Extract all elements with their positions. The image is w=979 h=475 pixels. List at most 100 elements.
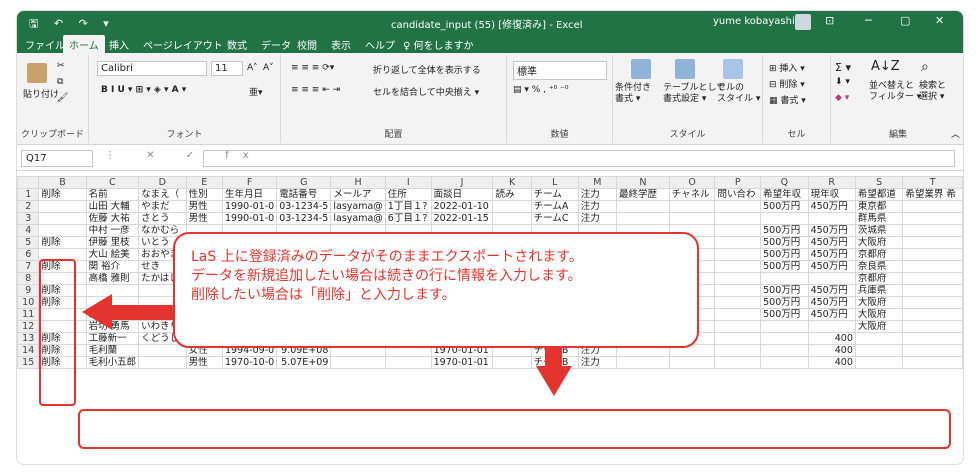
tab-page-layout[interactable]: ページレイアウト [143, 37, 223, 52]
cell[interactable] [902, 236, 963, 249]
table-format-icon[interactable] [675, 59, 695, 79]
cell[interactable]: 1970-10-0 [222, 356, 278, 369]
cell[interactable]: やまだ [138, 200, 187, 213]
font-shrink-button[interactable]: A˅ [263, 63, 274, 73]
number-format-buttons[interactable]: ▤ ▾ % , ⁺⁰ ⁻⁰ [513, 85, 568, 95]
cell[interactable]: 問い合わ [714, 188, 762, 201]
row-header[interactable]: 11 [17, 308, 40, 321]
row-header[interactable]: 5 [17, 236, 40, 249]
tab-review[interactable]: 校閲 [297, 37, 317, 52]
column-header[interactable]: J [430, 176, 494, 189]
cell[interactable]: 500万円 [760, 284, 809, 297]
cell[interactable]: 450万円 [807, 296, 856, 309]
formula-input[interactable] [203, 150, 955, 167]
cell[interactable] [668, 200, 716, 213]
column-header[interactable]: T [902, 176, 963, 189]
cell[interactable]: メールア [330, 188, 386, 201]
cell[interactable] [714, 308, 762, 321]
column-header[interactable]: S [854, 176, 904, 189]
cell[interactable]: 500万円 [760, 200, 809, 213]
font-size-select[interactable]: 11 [211, 61, 243, 76]
cell[interactable]: 450万円 [807, 248, 856, 261]
tab-help[interactable]: ヘルプ [365, 37, 395, 52]
cell[interactable]: 最終学歴 [616, 188, 670, 201]
row-header[interactable]: 7 [17, 260, 40, 273]
align-top-icons[interactable]: ≡ ≡ ≡ ⟳▾ [291, 63, 334, 73]
cell[interactable] [807, 272, 856, 285]
cell[interactable]: 茨城県 [854, 224, 904, 237]
cell[interactable]: 1丁目１? [384, 200, 432, 213]
maximize-button[interactable]: ▢ [900, 14, 910, 27]
avatar[interactable] [795, 14, 811, 30]
cell[interactable]: lasyama@ [330, 200, 386, 213]
cell[interactable] [760, 332, 809, 345]
tab-home[interactable]: ホーム [63, 35, 105, 53]
row-header[interactable]: 8 [17, 272, 40, 285]
phonetic-button[interactable]: 亜▾ [249, 85, 263, 98]
cell[interactable] [714, 332, 762, 345]
cell[interactable] [807, 212, 856, 225]
cell[interactable] [714, 344, 762, 357]
name-box[interactable]: Q17 [21, 150, 93, 167]
cell[interactable]: 中村 一彦 [85, 224, 140, 237]
cell[interactable] [492, 212, 532, 225]
cell[interactable] [616, 212, 670, 225]
cell[interactable] [714, 296, 762, 309]
autosum-button[interactable]: Σ ▾ [835, 61, 851, 74]
cell[interactable] [714, 248, 762, 261]
column-header[interactable]: C [85, 176, 140, 189]
cell[interactable] [807, 320, 856, 333]
row-header[interactable]: 15 [17, 356, 40, 369]
cell[interactable]: 毛利蘭 [85, 344, 140, 357]
cell[interactable] [668, 356, 716, 369]
cell-style-button[interactable]: セルの スタイル ▾ [717, 83, 760, 105]
row-header[interactable]: 3 [17, 212, 40, 225]
cell[interactable]: 東京都 [854, 200, 904, 213]
cell[interactable]: 住所 [384, 188, 432, 201]
cell[interactable]: 500万円 [760, 296, 809, 309]
sort-filter-button[interactable]: 並べ替えと フィルター ▾ [869, 81, 921, 103]
cell[interactable] [668, 212, 716, 225]
cell[interactable]: 400 [807, 332, 856, 345]
cell[interactable]: 注力 [577, 356, 618, 369]
cell[interactable] [616, 356, 670, 369]
cell[interactable] [760, 212, 809, 225]
cell[interactable]: 工藤新一 [85, 332, 140, 345]
cell[interactable]: 佐藤 大祐 [85, 212, 140, 225]
cell[interactable]: 面談日 [430, 188, 494, 201]
cell[interactable] [492, 356, 532, 369]
cell[interactable]: 450万円 [807, 308, 856, 321]
cell[interactable] [854, 332, 904, 345]
copy-icon[interactable]: ⧉ [57, 77, 63, 87]
row-header[interactable]: 1 [17, 188, 40, 201]
tab-data[interactable]: データ [261, 37, 291, 52]
cell[interactable]: 男性 [185, 212, 224, 225]
cell[interactable]: 希望都道 [854, 188, 904, 201]
cell[interactable]: チームC [530, 212, 579, 225]
cell[interactable] [902, 296, 963, 309]
delete-cells-button[interactable]: ⊟ 削除 ▾ [769, 77, 805, 90]
cell[interactable]: 関 裕介 [85, 260, 140, 273]
column-header[interactable]: I [384, 176, 432, 189]
cell[interactable]: 450万円 [807, 284, 856, 297]
cell[interactable] [760, 356, 809, 369]
cell[interactable]: 450万円 [807, 260, 856, 273]
cell[interactable] [38, 212, 87, 225]
format-cells-button[interactable]: ▦ 書式 ▾ [769, 93, 806, 106]
cell[interactable]: 450万円 [807, 236, 856, 249]
font-grow-button[interactable]: A˄ [247, 63, 258, 73]
cell[interactable]: 読み [492, 188, 532, 201]
cell[interactable]: 大阪府 [854, 236, 904, 249]
cell[interactable] [760, 320, 809, 333]
minimize-button[interactable]: ─ [865, 14, 872, 27]
tell-me-search[interactable]: ♀ 何をしますか [403, 37, 474, 52]
cell[interactable]: 500万円 [760, 260, 809, 273]
collapse-ribbon-icon[interactable]: ︿ [951, 127, 960, 140]
cell[interactable]: 削除 [38, 188, 87, 201]
cell[interactable] [902, 248, 963, 261]
cell[interactable]: 500万円 [760, 248, 809, 261]
cell[interactable]: チームA [530, 200, 579, 213]
column-header[interactable]: M [577, 176, 618, 189]
cell[interactable] [902, 272, 963, 285]
find-select-button[interactable]: 検索と 選択 ▾ [919, 81, 946, 103]
